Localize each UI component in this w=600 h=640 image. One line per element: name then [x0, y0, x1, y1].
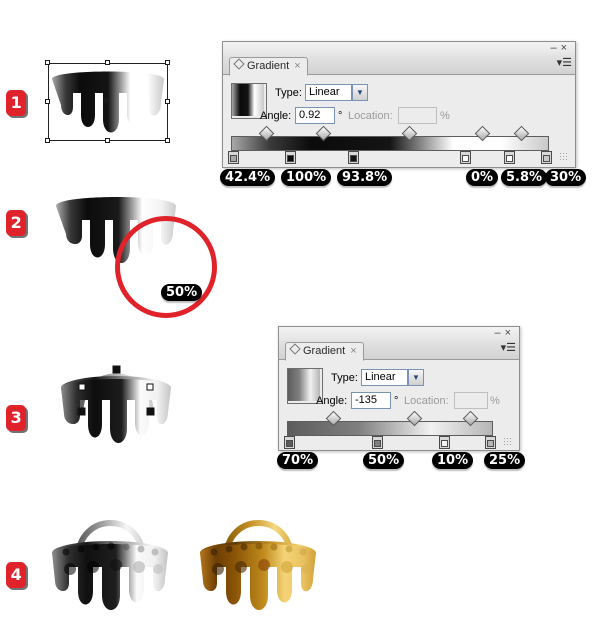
chevron-down-icon[interactable]: ▼ — [408, 369, 424, 386]
type-label: Type: — [275, 87, 302, 99]
minimize-icon[interactable]: – — [494, 327, 504, 339]
tab-close-icon[interactable]: × — [294, 60, 300, 72]
callout-pct-0: 0% — [466, 169, 499, 186]
basket-silver-svg — [52, 520, 168, 610]
panel-titlebar[interactable]: –× — [223, 42, 575, 56]
panel-titlebar[interactable]: –× — [279, 327, 519, 341]
artwork-step3[interactable] — [58, 332, 174, 462]
gradient-stop-1[interactable] — [228, 151, 239, 164]
location-label: Location: — [404, 395, 449, 407]
gradient-stop-4[interactable] — [485, 436, 496, 449]
callout-pct-100: 100% — [281, 169, 332, 186]
callout-pct-30: 30% — [545, 169, 587, 186]
callout-pct-10: 10% — [432, 452, 474, 469]
location-input[interactable] — [398, 107, 437, 124]
tab-gradient-label: Gradient — [303, 345, 346, 357]
panel-body: Type: Linear ▼ Angle: -135 ° Location: % — [279, 360, 519, 449]
step-badge-1: 1 — [6, 90, 26, 116]
panel-menu-icon[interactable]: ▾☰ — [501, 342, 516, 355]
panel-menu-icon[interactable]: ▾☰ — [557, 57, 572, 70]
selection-handle-br[interactable] — [165, 138, 170, 143]
gradient-slider-bar[interactable] — [231, 136, 549, 151]
gradient-stop-1[interactable] — [284, 436, 295, 449]
location-label: Location: — [348, 110, 393, 122]
gradient-slider-bar[interactable] — [287, 421, 493, 436]
gradient-bar-svg — [288, 422, 492, 435]
close-icon[interactable]: × — [561, 42, 571, 54]
angle-label: Angle: — [316, 395, 348, 407]
panel-tab-row[interactable]: Gradient × ▾☰ — [279, 341, 519, 361]
window-buttons[interactable]: –× — [550, 42, 571, 54]
selection-handle-tr[interactable] — [165, 60, 170, 65]
artwork-step4-silver[interactable] — [48, 497, 173, 612]
gradient-panel-2[interactable]: –× Gradient × ▾☰ Type: Linear ▼ Angle: -1 — [278, 326, 520, 451]
gradient-stop-5[interactable] — [504, 151, 515, 164]
gradient-panel-1[interactable]: –× Gradient × ▾☰ Type: Linear ▼ Angle: 0… — [222, 41, 576, 168]
percent-symbol: % — [490, 395, 500, 407]
chevron-down-icon[interactable]: ▼ — [352, 84, 368, 101]
selection-handle-ml[interactable] — [45, 99, 50, 104]
close-icon[interactable]: × — [505, 327, 515, 339]
step-badge-4: 4 — [6, 562, 26, 588]
step-badge-2: 2 — [6, 210, 26, 236]
angle-input[interactable]: 0.92 — [295, 107, 335, 124]
type-label: Type: — [331, 372, 358, 384]
angle-input[interactable]: -135 — [351, 392, 391, 409]
callout-pct-70: 70% — [277, 452, 319, 469]
degree-symbol: ° — [338, 110, 343, 122]
gradient-stop-6[interactable] — [541, 151, 552, 164]
panel-resize-grip[interactable] — [559, 152, 569, 162]
callout-pct-50: 50% — [363, 452, 405, 469]
artwork-step2[interactable]: 50% — [52, 188, 222, 318]
gradient-tab-diamond-icon — [233, 58, 245, 70]
callout-pct-5-8: 5.8% — [501, 169, 548, 186]
selection-handle-bl[interactable] — [45, 138, 50, 143]
selection-center-point — [104, 98, 109, 103]
type-select[interactable]: Linear — [305, 84, 352, 101]
highlight-percent-badge: 50% — [161, 284, 203, 301]
callout-pct-25: 25% — [484, 452, 526, 469]
gradient-bar-svg — [232, 137, 548, 150]
degree-symbol: ° — [394, 395, 399, 407]
gradient-stop-4[interactable] — [460, 151, 471, 164]
selection-handle-tl[interactable] — [45, 60, 50, 65]
gradient-stop-2[interactable] — [372, 436, 383, 449]
selection-handle-bc[interactable] — [105, 138, 110, 143]
gradient-tab-diamond-icon — [289, 343, 301, 355]
zoom-highlight-circle — [115, 216, 217, 318]
window-buttons[interactable]: –× — [494, 327, 515, 339]
tab-close-icon[interactable]: × — [350, 345, 356, 357]
step-badge-3: 3 — [6, 405, 26, 431]
artwork-step4-gold[interactable] — [196, 497, 321, 612]
panel-resize-grip[interactable] — [503, 437, 513, 447]
panel-tab-row[interactable]: Gradient × ▾☰ — [223, 56, 575, 76]
type-select[interactable]: Linear — [361, 369, 408, 386]
gradient-stop-3[interactable] — [348, 151, 359, 164]
basket-gold-svg — [200, 520, 316, 610]
callout-pct-93-8: 93.8% — [337, 169, 393, 186]
tab-gradient[interactable]: Gradient × — [229, 57, 308, 76]
tab-gradient-label: Gradient — [247, 60, 290, 72]
panel-body: Type: Linear ▼ Angle: 0.92 ° Location: % — [223, 75, 575, 165]
callout-pct-42-4: 42.4% — [220, 169, 276, 186]
basket-with-handle-svg — [61, 365, 171, 443]
tab-gradient[interactable]: Gradient × — [285, 342, 364, 361]
artwork-step1[interactable] — [45, 60, 170, 145]
percent-symbol: % — [440, 110, 450, 122]
minimize-icon[interactable]: – — [550, 42, 560, 54]
location-input[interactable] — [454, 392, 488, 409]
selection-handle-tc[interactable] — [105, 60, 110, 65]
angle-label: Angle: — [260, 110, 292, 122]
gradient-stop-2[interactable] — [285, 151, 296, 164]
gradient-stop-3[interactable] — [439, 436, 450, 449]
selection-handle-mr[interactable] — [165, 99, 170, 104]
